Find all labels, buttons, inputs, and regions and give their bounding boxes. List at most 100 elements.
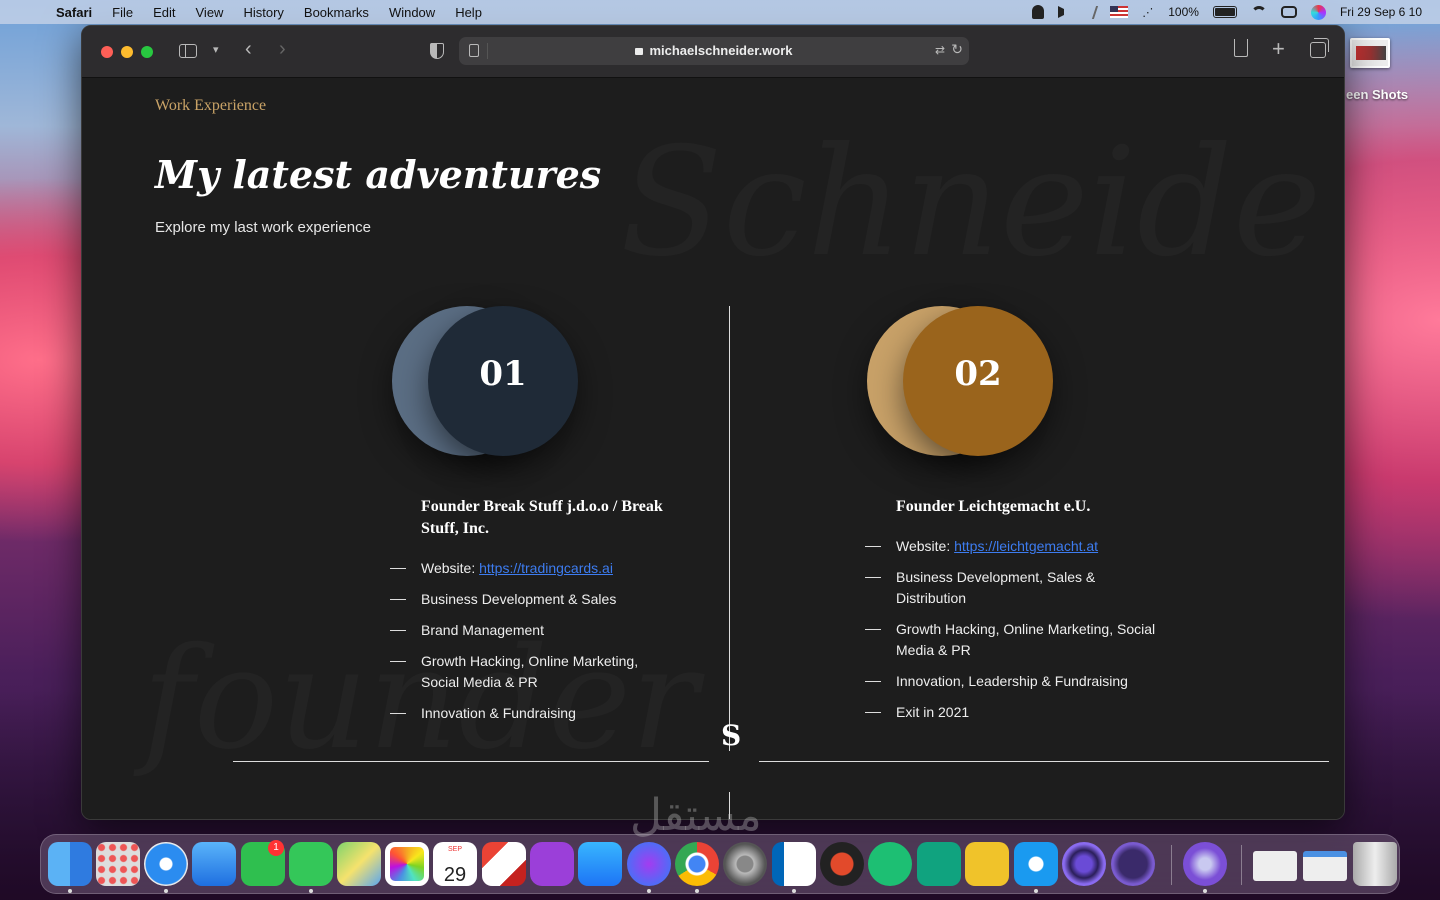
tab-overview-icon[interactable]: [1310, 38, 1329, 58]
screen-capture-icon[interactable]: [1014, 842, 1058, 886]
menu-window[interactable]: Window: [379, 5, 445, 20]
bluetooth-icon[interactable]: [1086, 5, 1099, 19]
list-item: Growth Hacking, Online Marketing, Social…: [865, 619, 1165, 661]
chevron-down-icon[interactable]: ▾: [213, 43, 219, 56]
battery-percent: 100%: [1168, 5, 1199, 19]
calendar-month: SEP: [447, 846, 462, 853]
screen-recorder-icon[interactable]: [820, 842, 864, 886]
job-2-list: Website: https://leichtgemacht.at Busine…: [865, 536, 1165, 723]
section-title: My latest adventures: [155, 152, 602, 197]
menu-file[interactable]: File: [102, 5, 143, 20]
list-item: Innovation & Fundraising: [390, 703, 680, 724]
section-subtitle: Explore my last work experience: [155, 219, 371, 236]
maps-icon[interactable]: [337, 842, 381, 886]
dock-separator: [1241, 845, 1242, 885]
launchpad-icon[interactable]: [96, 842, 140, 886]
trash-icon[interactable]: [1353, 842, 1397, 886]
list-item: Website: https://tradingcards.ai: [390, 558, 680, 579]
menu-view[interactable]: View: [186, 5, 234, 20]
chatgpt-icon[interactable]: [917, 842, 961, 886]
reload-icon[interactable]: ↻: [951, 41, 963, 58]
privacy-shield-icon[interactable]: [430, 43, 444, 59]
calendar-icon[interactable]: SEP 29: [433, 842, 477, 886]
list-item: Exit in 2021: [865, 702, 1165, 723]
vscode-icon[interactable]: [772, 842, 816, 886]
user-icon[interactable]: [1032, 5, 1045, 19]
disk-utility-icon[interactable]: [1183, 842, 1227, 886]
site-logo[interactable]: S: [721, 719, 741, 752]
chrome-icon[interactable]: [675, 842, 719, 886]
web-page: Schneide founder Work Experience My late…: [82, 78, 1344, 819]
gmail-icon[interactable]: [482, 842, 526, 886]
url-value[interactable]: michaelschneider.work: [649, 43, 792, 58]
pockity-icon[interactable]: [1111, 842, 1155, 886]
running-indicator: [695, 889, 699, 893]
running-indicator: [164, 889, 168, 893]
minimize-window-button[interactable]: [121, 46, 133, 58]
running-indicator: [309, 889, 313, 893]
close-window-button[interactable]: [101, 46, 113, 58]
screenshot-window-icon[interactable]: [1303, 851, 1347, 881]
messenger-icon[interactable]: [627, 842, 671, 886]
menu-bookmarks[interactable]: Bookmarks: [294, 5, 379, 20]
screenshots-folder-icon[interactable]: [1350, 38, 1390, 68]
running-indicator: [647, 889, 651, 893]
sidebar-toggle-icon[interactable]: [179, 44, 197, 58]
list-item: Brand Management: [390, 620, 680, 641]
share-icon[interactable]: [1234, 39, 1248, 57]
job-2-card: Founder Leichtgemacht e.U. Website: http…: [865, 496, 1165, 733]
running-indicator: [68, 889, 72, 893]
photos-icon[interactable]: [385, 842, 429, 886]
background-word-top: Schneide: [620, 116, 1322, 290]
messages-icon[interactable]: [289, 842, 333, 886]
list-item: Website: https://leichtgemacht.at: [865, 536, 1165, 557]
clock[interactable]: Fri 29 Sep 6 10: [1340, 5, 1422, 19]
new-tab-icon[interactable]: +: [1272, 36, 1285, 62]
app-5-icon[interactable]: [965, 842, 1009, 886]
fiverr-icon[interactable]: [868, 842, 912, 886]
address-bar[interactable]: michaelschneider.work ⇄ ↻: [459, 37, 969, 65]
job-1-list: Website: https://tradingcards.ai Busines…: [390, 558, 680, 724]
calendar-day: 29: [443, 864, 467, 886]
job-1-website-link[interactable]: https://tradingcards.ai: [479, 560, 613, 576]
activity-icon[interactable]: ⋰: [1142, 6, 1154, 19]
mail-icon[interactable]: [192, 842, 236, 886]
app-store-icon[interactable]: [578, 842, 622, 886]
system-preferences-icon[interactable]: [723, 842, 767, 886]
browser-toolbar: ▾ ‹ › michaelschneider.work ⇄ ↻ +: [82, 26, 1344, 78]
proxyman-icon[interactable]: [1062, 842, 1106, 886]
safari-icon[interactable]: [144, 842, 188, 886]
battery-icon[interactable]: [1212, 6, 1237, 18]
volume-icon[interactable]: [1058, 6, 1074, 18]
zoom-window-button[interactable]: [141, 46, 153, 58]
podcasts-icon[interactable]: [530, 842, 574, 886]
menu-help[interactable]: Help: [445, 5, 492, 20]
dock-separator: [1171, 845, 1172, 885]
menu-history[interactable]: History: [233, 5, 293, 20]
divider-right: [759, 761, 1329, 762]
job-2-number: 02: [954, 354, 1002, 394]
status-area: ⋰ 100% Fri 29 Sep 6 10: [1032, 0, 1422, 24]
website-label: Website:: [421, 560, 480, 576]
facetime-badge: 1: [268, 840, 284, 856]
job-1-title: Founder Break Stuff j.d.o.o / Break Stuf…: [421, 498, 663, 537]
forward-button[interactable]: ›: [279, 38, 286, 61]
watermark: مستقل: [630, 790, 762, 841]
input-source-flag-icon[interactable]: [1110, 6, 1129, 18]
back-button[interactable]: ‹: [245, 38, 252, 61]
screenshots-folder-label[interactable]: een Shots: [1346, 87, 1408, 102]
translate-icon[interactable]: ⇄: [935, 43, 945, 57]
url-text[interactable]: michaelschneider.work: [459, 43, 969, 58]
job-2-title: Founder Leichtgemacht e.U.: [896, 498, 1091, 515]
job-2-website-link[interactable]: https://leichtgemacht.at: [954, 538, 1098, 554]
menu-edit[interactable]: Edit: [143, 5, 185, 20]
finder-icon[interactable]: [48, 842, 92, 886]
siri-icon[interactable]: [1310, 4, 1326, 20]
wifi-icon[interactable]: [1250, 6, 1267, 18]
control-center-icon[interactable]: [1280, 6, 1297, 18]
safari-window: ▾ ‹ › michaelschneider.work ⇄ ↻ + Schnei…: [81, 25, 1345, 820]
preview-window-icon[interactable]: [1253, 851, 1297, 881]
menu-items: Safari File Edit View History Bookmarks …: [38, 5, 492, 20]
menu-app-safari[interactable]: Safari: [46, 5, 102, 20]
menu-bar: Safari File Edit View History Bookmarks …: [0, 0, 1440, 24]
